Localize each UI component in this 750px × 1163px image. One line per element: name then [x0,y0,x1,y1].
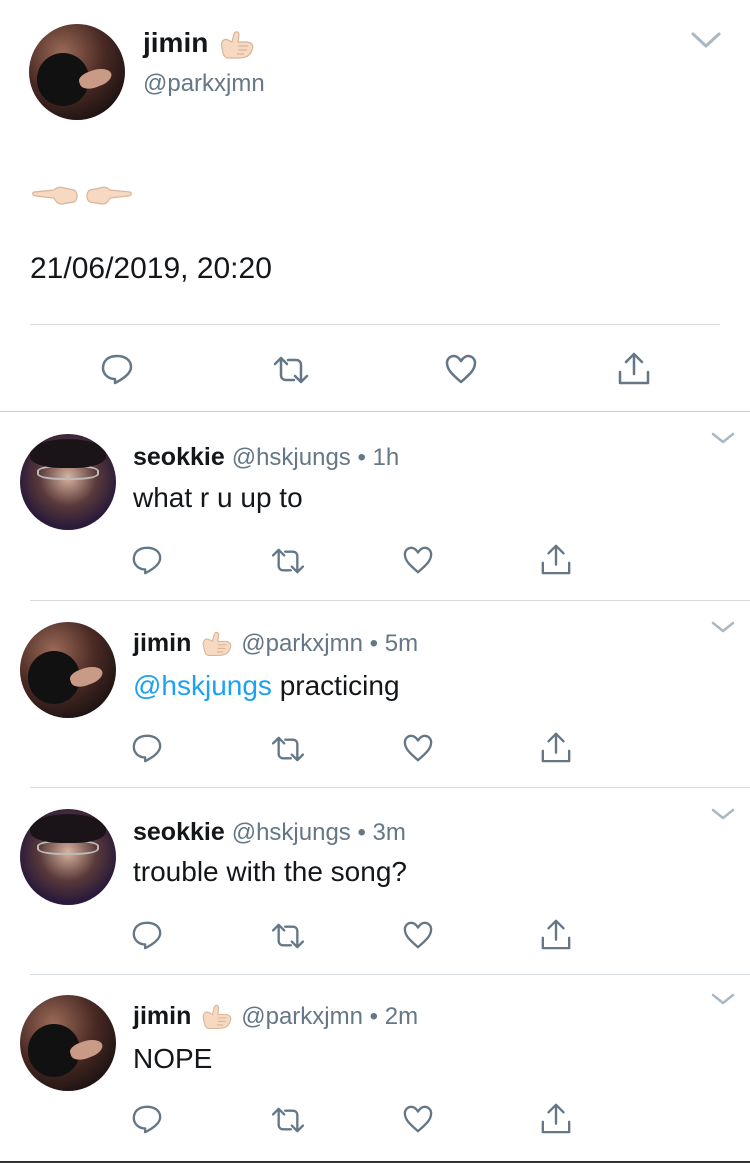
reply-header: jimin @parkxjmn • 5m [133,629,418,659]
retweet-icon[interactable] [270,922,306,950]
handle[interactable]: @hskjungs [232,444,351,471]
reply-tweet: seokkie @hskjungs • 3m trouble with the … [0,788,750,974]
handle[interactable]: @parkxjmn [241,630,363,657]
tweet-timestamp[interactable]: 21/06/2019, 20:20 [30,252,272,286]
like-icon[interactable] [402,1104,434,1134]
retweet-icon[interactable] [270,735,306,763]
reply-text: NOPE [133,1043,213,1074]
reply-text: trouble with the song? [133,856,407,887]
display-name[interactable]: jimin [133,629,191,657]
reply-header: jimin @parkxjmn • 2m [133,1002,418,1032]
chevron-down-icon[interactable] [690,30,722,50]
reply-header: seokkie @hskjungs • 3m [133,818,406,846]
avatar[interactable] [20,622,116,718]
retweet-icon[interactable] [270,547,306,575]
retweet-icon[interactable] [270,1106,306,1134]
like-icon[interactable] [402,545,434,575]
share-icon[interactable] [540,1101,572,1135]
display-name[interactable]: seokkie [133,443,225,471]
reply-time[interactable]: 1h [373,444,400,471]
share-icon[interactable] [540,542,572,576]
share-icon[interactable] [617,350,651,386]
avatar[interactable] [20,995,116,1091]
reply-time[interactable]: 5m [385,630,418,657]
reply-icon[interactable] [131,919,163,951]
handle[interactable]: @parkxjmn [241,1003,363,1030]
retweet-icon[interactable] [272,355,310,385]
share-icon[interactable] [540,730,572,764]
like-icon[interactable] [402,920,434,950]
like-icon[interactable] [402,733,434,763]
main-tweet: jimin @parkxjmn 👉👈 21/06/2019, 20:20 [0,0,750,412]
display-name[interactable]: jimin [143,27,256,62]
reply-tweet: seokkie @hskjungs • 1h what r u up to [0,412,750,600]
reply-icon[interactable] [131,1103,163,1135]
display-name[interactable]: jimin [133,1002,191,1030]
avatar[interactable] [20,809,116,905]
chevron-down-icon[interactable] [710,430,736,446]
call-me-hand-icon [202,1005,232,1030]
chevron-down-icon[interactable] [710,619,736,635]
call-me-hand-icon [221,30,254,59]
pointing-fingers-icon: 👉👈 [32,186,132,205]
call-me-hand-icon [202,632,232,657]
reply-text: @hskjungs practicing [133,670,400,701]
reply-icon[interactable] [131,544,163,576]
tweet-text: 👉👈 [32,176,132,221]
reply-tweet: jimin @parkxjmn • 2m NOPE [0,975,750,1161]
divider [30,324,720,325]
avatar[interactable] [29,24,125,120]
chevron-down-icon[interactable] [710,991,736,1007]
mention-link[interactable]: @hskjungs [133,670,272,701]
avatar[interactable] [20,434,116,530]
share-icon[interactable] [540,917,572,951]
reply-time[interactable]: 3m [373,819,406,846]
reply-icon[interactable] [131,732,163,764]
reply-tweet: jimin @parkxjmn • 5m @hskjungs practicin… [0,601,750,787]
chevron-down-icon[interactable] [710,806,736,822]
handle[interactable]: @parkxjmn [143,70,265,98]
reply-header: seokkie @hskjungs • 1h [133,443,400,471]
display-name[interactable]: seokkie [133,818,225,846]
reply-icon[interactable] [100,352,134,386]
reply-text: what r u up to [133,482,303,513]
reply-time[interactable]: 2m [385,1003,418,1030]
handle[interactable]: @hskjungs [232,819,351,846]
like-icon[interactable] [444,353,478,385]
